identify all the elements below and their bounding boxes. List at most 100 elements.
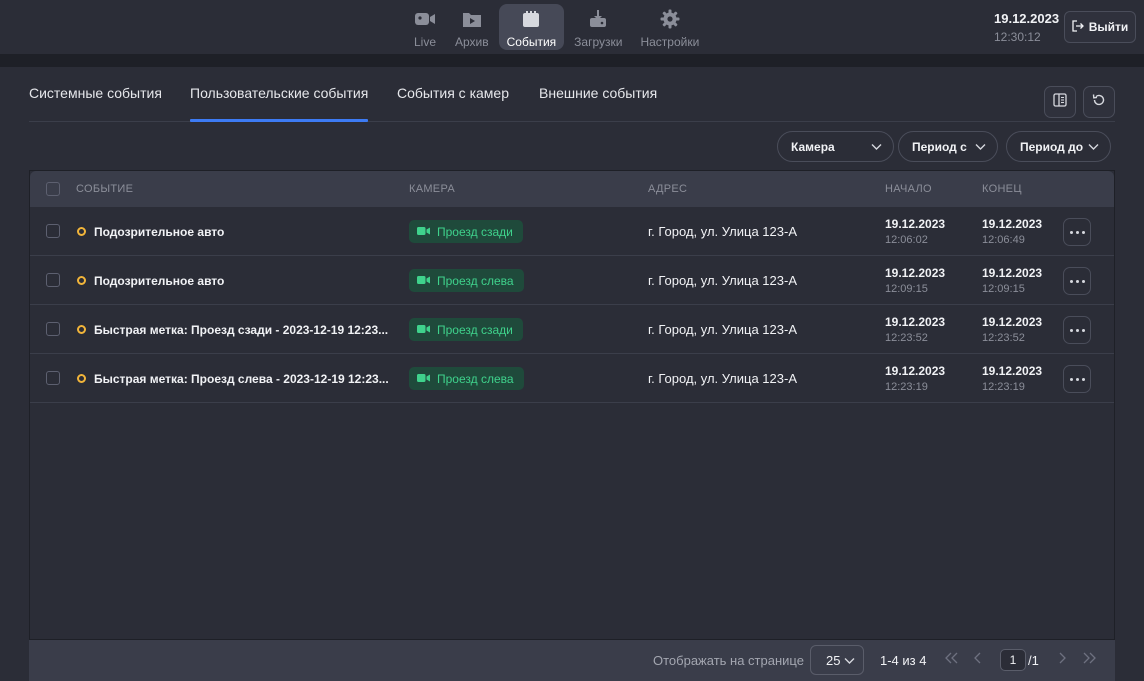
row-more-button[interactable] — [1063, 316, 1091, 344]
nav-item-archive[interactable]: Архив — [447, 4, 497, 50]
more-dot — [1075, 377, 1079, 381]
clock: 19.12.2023 12:30:12 — [994, 11, 1059, 44]
camera-name: Проезд слева — [437, 371, 514, 386]
page-number-input[interactable]: 1 — [1000, 649, 1026, 671]
end-datetime: 19.12.2023 12:06:49 — [982, 217, 1042, 246]
table-row[interactable]: Быстрая метка: Проезд сзади - 2023-12-19… — [30, 305, 1114, 354]
tab-external-events[interactable]: Внешние события — [539, 85, 657, 101]
header-end[interactable]: КОНЕЦ — [982, 183, 1022, 195]
camera-badge[interactable]: Проезд сзади — [409, 318, 523, 341]
more-dot — [1075, 328, 1079, 332]
end-time: 12:23:52 — [982, 332, 1025, 344]
start-datetime: 19.12.2023 12:23:19 — [885, 364, 945, 393]
logout-button[interactable]: Выйти — [1064, 11, 1136, 43]
per-page-select[interactable]: 25 — [810, 645, 864, 675]
camera-icon — [417, 225, 430, 239]
per-page-value: 25 — [826, 652, 841, 668]
more-dot — [1081, 279, 1085, 283]
end-date: 19.12.2023 — [982, 315, 1043, 329]
camera-badge[interactable]: Проезд слева — [409, 367, 524, 390]
per-page-label: Отображать на странице — [653, 653, 804, 668]
nav-item-events[interactable]: События — [498, 4, 565, 50]
header-event[interactable]: СОБЫТИЕ — [76, 183, 133, 195]
address: г. Город, ул. Улица 123-А — [648, 273, 797, 288]
more-dot — [1075, 230, 1079, 234]
tab-system-events[interactable]: Системные события — [29, 85, 162, 101]
header-address[interactable]: АДРЕС — [648, 183, 687, 195]
status-dot — [77, 325, 86, 334]
table-row[interactable]: Подозрительное авто Проезд сзади г. Горо… — [30, 207, 1114, 256]
first-page-button[interactable] — [943, 651, 961, 669]
row-checkbox[interactable] — [46, 371, 60, 385]
start-time: 12:09:15 — [885, 283, 928, 295]
start-datetime: 19.12.2023 12:23:52 — [885, 315, 945, 344]
double-chevron-left-icon — [944, 651, 960, 669]
logout-icon — [1072, 19, 1084, 35]
start-date: 19.12.2023 — [885, 364, 946, 378]
page-range: 1-4 из 4 — [880, 653, 927, 668]
end-date: 19.12.2023 — [982, 217, 1043, 231]
event-name: Подозрительное авто — [94, 274, 225, 288]
row-checkbox[interactable] — [46, 273, 60, 287]
more-dot — [1081, 230, 1085, 234]
header-camera[interactable]: КАМЕРА — [409, 183, 455, 195]
row-checkbox[interactable] — [46, 322, 60, 336]
nav-item-label: Загрузки — [574, 35, 623, 49]
more-dot — [1069, 230, 1073, 234]
logout-label: Выйти — [1088, 20, 1129, 34]
chevron-down-icon — [974, 140, 987, 156]
table-row[interactable]: Подозрительное авто Проезд слева г. Горо… — [30, 256, 1114, 305]
camera-badge[interactable]: Проезд сзади — [409, 220, 523, 243]
period-from-select[interactable]: Период с — [898, 131, 998, 162]
nav-item-label: События — [506, 35, 557, 49]
status-dot — [77, 227, 86, 236]
columns-button[interactable] — [1044, 86, 1076, 118]
row-more-button[interactable] — [1063, 267, 1091, 295]
row-checkbox[interactable] — [46, 224, 60, 238]
last-page-button[interactable] — [1080, 651, 1098, 669]
period-from-label: Период с — [912, 139, 967, 154]
table-header: СОБЫТИЕ КАМЕРА АДРЕС НАЧАЛО КОНЕЦ — [30, 171, 1114, 207]
more-dot — [1069, 279, 1073, 283]
end-time: 12:06:49 — [982, 234, 1025, 246]
tab-camera-events[interactable]: События с камер — [397, 85, 509, 101]
table-row[interactable]: Быстрая метка: Проезд слева - 2023-12-19… — [30, 354, 1114, 403]
address: г. Город, ул. Улица 123-А — [648, 322, 797, 337]
more-dot — [1069, 377, 1073, 381]
next-page-button[interactable] — [1053, 651, 1071, 669]
end-time: 12:23:19 — [982, 381, 1025, 393]
select-all-checkbox[interactable] — [46, 182, 60, 196]
camera-filter-select[interactable]: Камера — [777, 131, 894, 162]
camera-badge[interactable]: Проезд слева — [409, 269, 524, 292]
nav-item-live[interactable]: Live — [405, 4, 445, 50]
nav-item-settings[interactable]: Настройки — [632, 4, 707, 50]
start-date: 19.12.2023 — [885, 266, 946, 280]
row-more-button[interactable] — [1063, 365, 1091, 393]
events-icon — [519, 8, 543, 30]
end-datetime: 19.12.2023 12:23:52 — [982, 315, 1042, 344]
event-name: Быстрая метка: Проезд сзади - 2023-12-19… — [94, 323, 389, 337]
event-tabs: Системные события Пользовательские событ… — [29, 67, 1115, 122]
nav-item-downloads[interactable]: Загрузки — [566, 4, 630, 50]
period-to-select[interactable]: Период до — [1006, 131, 1111, 162]
page-total: /1 — [1028, 653, 1039, 668]
start-time: 12:23:19 — [885, 381, 928, 393]
start-date: 19.12.2023 — [885, 217, 946, 231]
camera-name: Проезд слева — [437, 273, 514, 288]
start-time: 12:23:52 — [885, 332, 928, 344]
gear-icon — [658, 8, 682, 30]
refresh-button[interactable] — [1083, 86, 1115, 118]
period-to-label: Период до — [1020, 139, 1084, 154]
end-date: 19.12.2023 — [982, 266, 1043, 280]
columns-icon — [1052, 92, 1068, 113]
start-datetime: 19.12.2023 12:06:02 — [885, 217, 945, 246]
prev-page-button[interactable] — [969, 651, 987, 669]
end-datetime: 19.12.2023 12:09:15 — [982, 266, 1042, 295]
main-nav: Live Архив События Загрузки Настройки — [405, 4, 707, 50]
clock-date: 19.12.2023 — [994, 11, 1060, 26]
header-start[interactable]: НАЧАЛО — [885, 183, 932, 195]
address: г. Город, ул. Улица 123-А — [648, 224, 797, 239]
more-dot — [1081, 328, 1085, 332]
tab-user-events[interactable]: Пользовательские события — [190, 85, 369, 122]
row-more-button[interactable] — [1063, 218, 1091, 246]
